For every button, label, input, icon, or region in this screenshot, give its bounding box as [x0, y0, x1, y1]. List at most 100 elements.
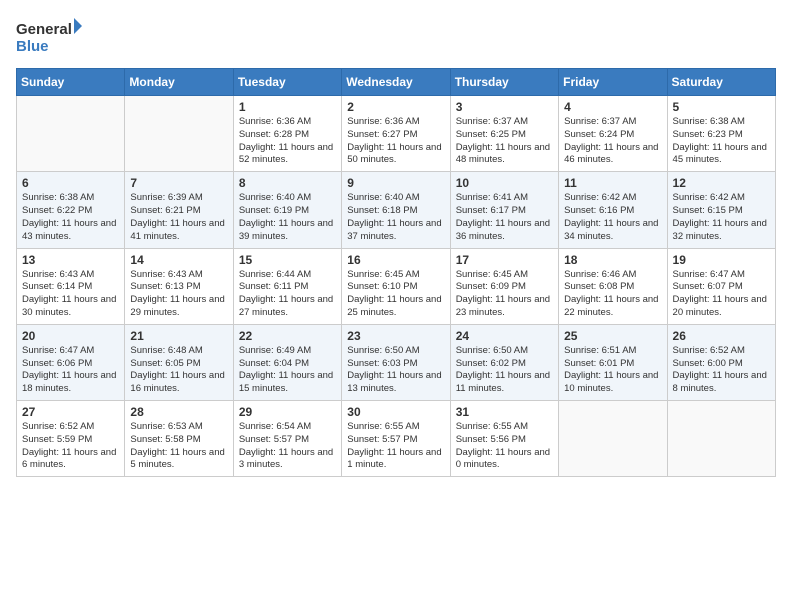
calendar-cell: 21 Sunrise: 6:48 AM Sunset: 6:05 PM Dayli… — [125, 324, 233, 400]
calendar-cell: 18 Sunrise: 6:46 AM Sunset: 6:08 PM Dayli… — [559, 248, 667, 324]
day-number: 23 — [347, 329, 444, 343]
day-number: 14 — [130, 253, 227, 267]
day-number: 5 — [673, 100, 770, 114]
day-number: 19 — [673, 253, 770, 267]
calendar-cell: 13 Sunrise: 6:43 AM Sunset: 6:14 PM Dayli… — [17, 248, 125, 324]
svg-text:General: General — [16, 21, 72, 38]
calendar-week-row: 27 Sunrise: 6:52 AM Sunset: 5:59 PM Dayli… — [17, 401, 776, 477]
day-info: Sunrise: 6:47 AM Sunset: 6:06 PM Dayligh… — [22, 345, 119, 396]
day-number: 9 — [347, 176, 444, 190]
day-info: Sunrise: 6:36 AM Sunset: 6:28 PM Dayligh… — [239, 116, 336, 167]
day-info: Sunrise: 6:42 AM Sunset: 6:15 PM Dayligh… — [673, 192, 770, 243]
day-info: Sunrise: 6:45 AM Sunset: 6:10 PM Dayligh… — [347, 269, 444, 320]
day-info: Sunrise: 6:43 AM Sunset: 6:13 PM Dayligh… — [130, 269, 227, 320]
calendar-week-row: 20Sunrise: 6:47 AM Sunset: 6:06 PM Dayli… — [17, 324, 776, 400]
calendar-cell: 31 Sunrise: 6:55 AM Sunset: 5:56 PM Dayli… — [450, 401, 558, 477]
calendar-cell — [17, 96, 125, 172]
calendar-cell: 9 Sunrise: 6:40 AM Sunset: 6:18 PM Daylig… — [342, 172, 450, 248]
day-info: Sunrise: 6:38 AM Sunset: 6:22 PM Dayligh… — [22, 192, 119, 243]
logo: General Blue — [16, 16, 86, 58]
header: General Blue — [16, 16, 776, 58]
day-number: 27 — [22, 405, 119, 419]
calendar-cell: 22Sunrise: 6:49 AM Sunset: 6:04 PM Dayli… — [233, 324, 341, 400]
day-info: Sunrise: 6:55 AM Sunset: 5:57 PM Dayligh… — [347, 421, 444, 472]
day-number: 10 — [456, 176, 553, 190]
col-friday: Friday — [559, 69, 667, 96]
day-info: Sunrise: 6:50 AM Sunset: 6:03 PM Dayligh… — [347, 345, 444, 396]
calendar-cell: 2 Sunrise: 6:36 AM Sunset: 6:27 PM Daylig… — [342, 96, 450, 172]
calendar-cell: 26 Sunrise: 6:52 AM Sunset: 6:00 PM Dayli… — [667, 324, 775, 400]
day-info: Sunrise: 6:48 AM Sunset: 6:05 PM Dayligh… — [130, 345, 227, 396]
calendar-cell — [667, 401, 775, 477]
day-info: Sunrise: 6:54 AM Sunset: 5:57 PM Dayligh… — [239, 421, 336, 472]
col-tuesday: Tuesday — [233, 69, 341, 96]
calendar-cell: 11Sunrise: 6:42 AM Sunset: 6:16 PM Dayli… — [559, 172, 667, 248]
day-number: 11 — [564, 176, 661, 190]
calendar-week-row: 1 Sunrise: 6:36 AM Sunset: 6:28 PM Daylig… — [17, 96, 776, 172]
calendar-cell: 1 Sunrise: 6:36 AM Sunset: 6:28 PM Daylig… — [233, 96, 341, 172]
day-number: 1 — [239, 100, 336, 114]
col-monday: Monday — [125, 69, 233, 96]
calendar-cell: 27 Sunrise: 6:52 AM Sunset: 5:59 PM Dayli… — [17, 401, 125, 477]
day-number: 6 — [22, 176, 119, 190]
calendar-cell: 6 Sunrise: 6:38 AM Sunset: 6:22 PM Daylig… — [17, 172, 125, 248]
calendar-cell: 25 Sunrise: 6:51 AM Sunset: 6:01 PM Dayli… — [559, 324, 667, 400]
day-number: 16 — [347, 253, 444, 267]
day-info: Sunrise: 6:46 AM Sunset: 6:08 PM Dayligh… — [564, 269, 661, 320]
calendar-cell: 23 Sunrise: 6:50 AM Sunset: 6:03 PM Dayli… — [342, 324, 450, 400]
day-info: Sunrise: 6:40 AM Sunset: 6:18 PM Dayligh… — [347, 192, 444, 243]
day-number: 2 — [347, 100, 444, 114]
day-number: 28 — [130, 405, 227, 419]
day-info: Sunrise: 6:39 AM Sunset: 6:21 PM Dayligh… — [130, 192, 227, 243]
day-number: 3 — [456, 100, 553, 114]
calendar-cell: 20Sunrise: 6:47 AM Sunset: 6:06 PM Dayli… — [17, 324, 125, 400]
day-info: Sunrise: 6:43 AM Sunset: 6:14 PM Dayligh… — [22, 269, 119, 320]
day-info: Sunrise: 6:55 AM Sunset: 5:56 PM Dayligh… — [456, 421, 553, 472]
calendar-week-row: 6 Sunrise: 6:38 AM Sunset: 6:22 PM Daylig… — [17, 172, 776, 248]
day-number: 4 — [564, 100, 661, 114]
day-info: Sunrise: 6:40 AM Sunset: 6:19 PM Dayligh… — [239, 192, 336, 243]
day-info: Sunrise: 6:52 AM Sunset: 5:59 PM Dayligh… — [22, 421, 119, 472]
calendar-cell: 17 Sunrise: 6:45 AM Sunset: 6:09 PM Dayli… — [450, 248, 558, 324]
day-info: Sunrise: 6:37 AM Sunset: 6:25 PM Dayligh… — [456, 116, 553, 167]
calendar-cell: 16 Sunrise: 6:45 AM Sunset: 6:10 PM Dayli… — [342, 248, 450, 324]
day-number: 13 — [22, 253, 119, 267]
calendar-cell: 14 Sunrise: 6:43 AM Sunset: 6:13 PM Dayli… — [125, 248, 233, 324]
calendar-cell: 29Sunrise: 6:54 AM Sunset: 5:57 PM Dayli… — [233, 401, 341, 477]
day-number: 26 — [673, 329, 770, 343]
calendar-cell: 10Sunrise: 6:41 AM Sunset: 6:17 PM Dayli… — [450, 172, 558, 248]
calendar-week-row: 13 Sunrise: 6:43 AM Sunset: 6:14 PM Dayli… — [17, 248, 776, 324]
calendar-cell: 24Sunrise: 6:50 AM Sunset: 6:02 PM Dayli… — [450, 324, 558, 400]
day-info: Sunrise: 6:52 AM Sunset: 6:00 PM Dayligh… — [673, 345, 770, 396]
day-info: Sunrise: 6:37 AM Sunset: 6:24 PM Dayligh… — [564, 116, 661, 167]
day-info: Sunrise: 6:47 AM Sunset: 6:07 PM Dayligh… — [673, 269, 770, 320]
day-number: 8 — [239, 176, 336, 190]
col-sunday: Sunday — [17, 69, 125, 96]
col-saturday: Saturday — [667, 69, 775, 96]
day-info: Sunrise: 6:38 AM Sunset: 6:23 PM Dayligh… — [673, 116, 770, 167]
calendar-cell — [559, 401, 667, 477]
calendar-cell — [125, 96, 233, 172]
calendar-cell: 7Sunrise: 6:39 AM Sunset: 6:21 PM Daylig… — [125, 172, 233, 248]
calendar-cell: 5 Sunrise: 6:38 AM Sunset: 6:23 PM Daylig… — [667, 96, 775, 172]
day-number: 24 — [456, 329, 553, 343]
day-number: 17 — [456, 253, 553, 267]
day-info: Sunrise: 6:49 AM Sunset: 6:04 PM Dayligh… — [239, 345, 336, 396]
day-number: 12 — [673, 176, 770, 190]
calendar-header-row: Sunday Monday Tuesday Wednesday Thursday… — [17, 69, 776, 96]
day-info: Sunrise: 6:51 AM Sunset: 6:01 PM Dayligh… — [564, 345, 661, 396]
calendar-cell: 15Sunrise: 6:44 AM Sunset: 6:11 PM Dayli… — [233, 248, 341, 324]
day-number: 15 — [239, 253, 336, 267]
day-number: 31 — [456, 405, 553, 419]
day-number: 30 — [347, 405, 444, 419]
day-number: 21 — [130, 329, 227, 343]
col-thursday: Thursday — [450, 69, 558, 96]
day-number: 18 — [564, 253, 661, 267]
day-number: 25 — [564, 329, 661, 343]
svg-text:Blue: Blue — [16, 38, 49, 55]
calendar-cell: 12 Sunrise: 6:42 AM Sunset: 6:15 PM Dayli… — [667, 172, 775, 248]
day-info: Sunrise: 6:45 AM Sunset: 6:09 PM Dayligh… — [456, 269, 553, 320]
day-info: Sunrise: 6:36 AM Sunset: 6:27 PM Dayligh… — [347, 116, 444, 167]
calendar-cell: 4 Sunrise: 6:37 AM Sunset: 6:24 PM Daylig… — [559, 96, 667, 172]
calendar-cell: 3 Sunrise: 6:37 AM Sunset: 6:25 PM Daylig… — [450, 96, 558, 172]
